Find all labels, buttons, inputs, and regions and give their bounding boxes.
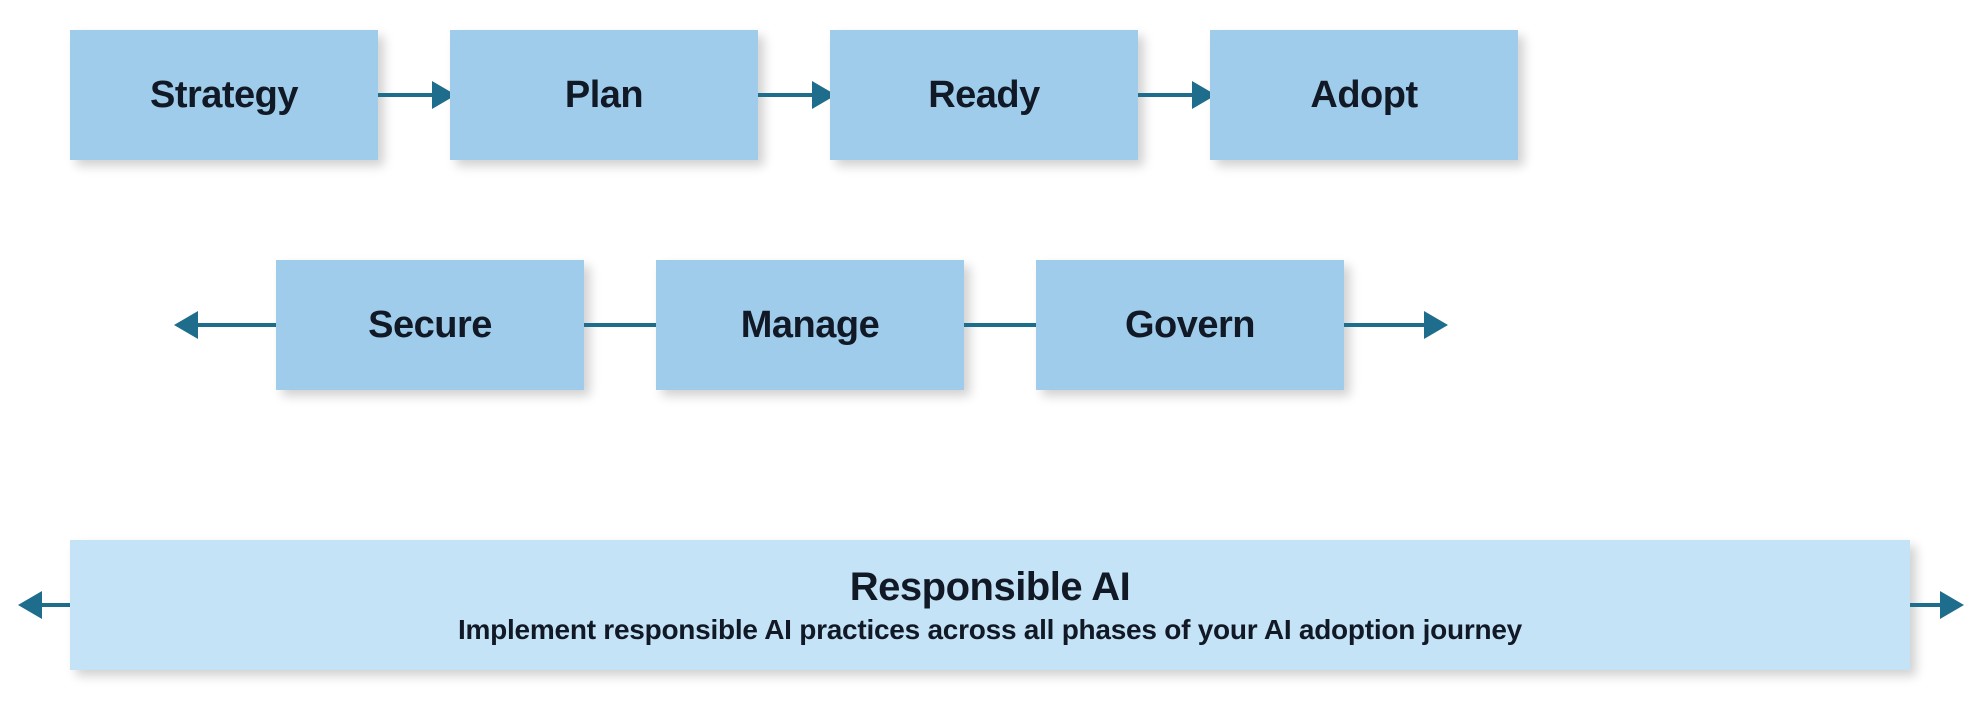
phase-box-ready: Ready bbox=[830, 30, 1138, 160]
phase-label: Secure bbox=[368, 304, 492, 347]
phase-box-secure: Secure bbox=[276, 260, 584, 390]
arrow-right-icon bbox=[758, 93, 814, 97]
phase-box-adopt: Adopt bbox=[1210, 30, 1518, 160]
connector-line bbox=[194, 323, 276, 327]
connector-line bbox=[964, 323, 1036, 327]
phase-box-govern: Govern bbox=[1036, 260, 1344, 390]
phase-label: Ready bbox=[928, 74, 1040, 117]
phase-label: Strategy bbox=[150, 74, 298, 117]
arrow-right-icon bbox=[1424, 311, 1448, 339]
connector-line bbox=[1910, 603, 1942, 607]
connector-line bbox=[1344, 323, 1426, 327]
phase-label: Adopt bbox=[1310, 74, 1417, 117]
phase-label: Manage bbox=[741, 304, 879, 347]
arrow-right-icon bbox=[1940, 591, 1964, 619]
phase-label: Govern bbox=[1125, 304, 1255, 347]
connector-line bbox=[38, 603, 70, 607]
rai-subtitle: Implement responsible AI practices acros… bbox=[458, 614, 1522, 646]
responsible-ai-banner: Responsible AI Implement responsible AI … bbox=[70, 540, 1910, 670]
rai-title: Responsible AI bbox=[850, 565, 1130, 610]
phase-box-plan: Plan bbox=[450, 30, 758, 160]
phase-box-manage: Manage bbox=[656, 260, 964, 390]
phase-box-strategy: Strategy bbox=[70, 30, 378, 160]
diagram-canvas: Strategy Plan Ready Adopt Secure Manage … bbox=[0, 0, 1964, 722]
arrow-right-icon bbox=[1138, 93, 1194, 97]
phase-label: Plan bbox=[565, 74, 643, 117]
connector-line bbox=[584, 323, 656, 327]
arrow-right-icon bbox=[378, 93, 434, 97]
